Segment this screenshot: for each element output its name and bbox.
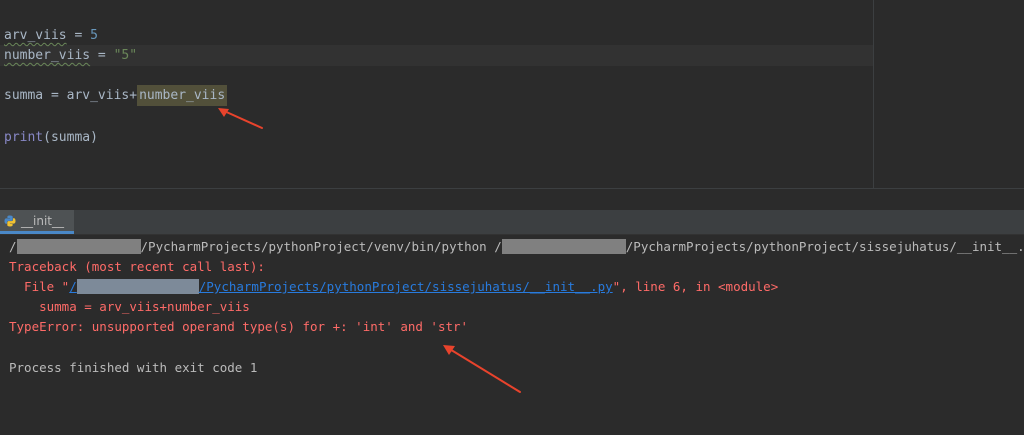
code-line-1[interactable]: arv_viis = 5: [4, 26, 98, 46]
traceback-file-line: File "/ /PycharmProjects/pythonProject/si…: [9, 277, 778, 297]
run-console-output[interactable]: / /PycharmProjects/pythonProject/venv/bin…: [0, 235, 1024, 435]
right-margin-guide: [873, 0, 874, 188]
print-builtin: print: [4, 130, 44, 145]
assign-operator: =: [66, 28, 91, 43]
number-literal: 5: [90, 28, 98, 43]
variable-arv-viis: arv_viis: [4, 28, 67, 43]
code-line-6[interactable]: print(summa): [4, 128, 98, 148]
string-literal: "5": [113, 48, 138, 63]
redacted-user-path: [16, 239, 141, 254]
redacted-user-path-2: [501, 239, 626, 254]
python-icon: [4, 215, 16, 226]
code-line-4[interactable]: summa = arv_viis+ number_viis: [4, 85, 228, 106]
code-editor[interactable]: arv_viis = 5 number_viis = "5" summa = a…: [0, 0, 1024, 188]
annotation-arrow-editor: [218, 108, 263, 129]
annotation-arrow-console: [443, 345, 521, 393]
traceback-header: Traceback (most recent call last):: [9, 259, 265, 274]
command-interpreter-path: /PycharmProjects/pythonProject/venv/bin/…: [140, 239, 502, 254]
path-slash: /: [9, 239, 17, 254]
redacted-link-path: [76, 279, 199, 294]
type-error-message: TypeError: unsupported operand type(s) f…: [9, 319, 469, 334]
link-slash: /: [69, 279, 77, 294]
sum-expression: summa = arv_viis+: [4, 88, 138, 103]
process-exit-message: Process finished with exit code 1: [9, 360, 258, 375]
variable-number-viis: number_viis: [4, 48, 91, 63]
panel-gap: [0, 189, 1024, 210]
traceback-code-line: summa = arv_viis+number_viis: [9, 299, 250, 314]
link-path: /PycharmProjects/pythonProject/sissejuha…: [198, 279, 613, 294]
run-tool-window-tabs: __init__: [0, 210, 1024, 235]
run-tab-label: __init__: [21, 213, 64, 228]
console-command-line: / /PycharmProjects/pythonProject/venv/bin…: [9, 237, 1024, 257]
file-suffix: ", line 6, in <module>: [612, 279, 779, 294]
code-line-2[interactable]: number_viis = "5": [4, 46, 137, 66]
command-script-path: /PycharmProjects/pythonProject/sissejuha…: [625, 239, 1024, 254]
print-args: (summa): [43, 130, 98, 145]
file-prefix: File ": [9, 279, 70, 294]
traceback-file-link[interactable]: / /PycharmProjects/pythonProject/sissejuh…: [69, 279, 613, 294]
assign-operator: =: [90, 48, 114, 63]
run-tab-init[interactable]: __init__: [0, 210, 74, 234]
